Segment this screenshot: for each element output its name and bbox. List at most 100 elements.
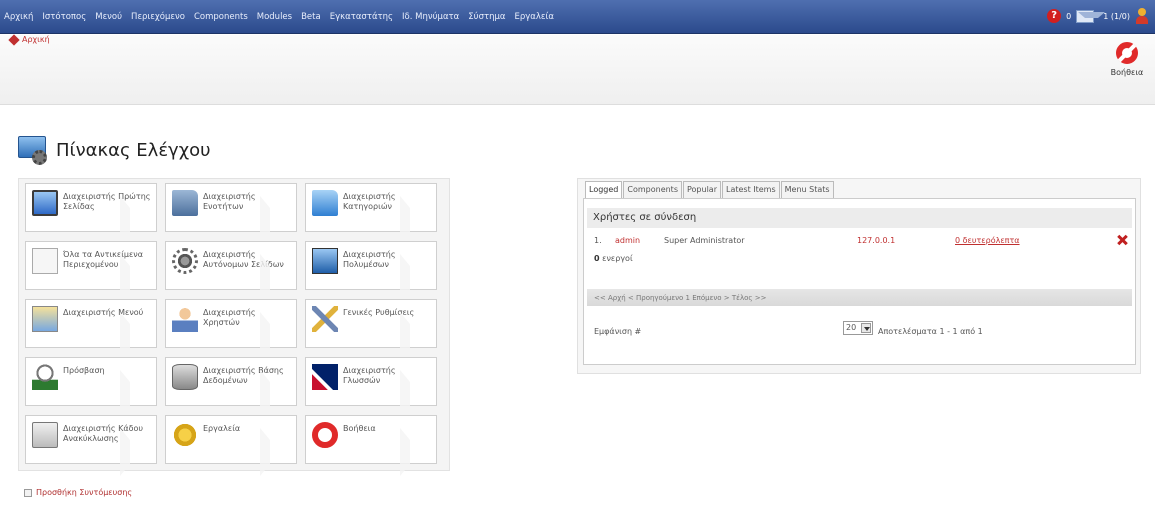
control-panel-icon — [18, 134, 50, 166]
active-count-value: 0 — [594, 254, 600, 263]
tab-popular[interactable]: Popular — [683, 181, 721, 198]
add-shortcut-link[interactable]: Προσθήκη Συντόμευσης — [24, 488, 132, 497]
menu-tools[interactable]: Εργαλεία — [514, 12, 554, 22]
page-title: Πίνακας Ελέγχου — [56, 139, 211, 161]
tile-label: Διαχειριστής Κάδου Ανακύκλωσης — [63, 424, 144, 443]
tile-label: Διαχειριστής Ενοτήτων — [203, 192, 256, 211]
tile-label: Διαχειριστής Γλωσσών — [343, 366, 396, 385]
menu-site[interactable]: Ιστότοπος — [42, 12, 86, 22]
tile-tools[interactable]: Εργαλεία — [165, 415, 297, 476]
top-menu: Αρχική Ιστότοπος Μενού Περιεχόμενο Compo… — [4, 12, 554, 22]
tile-language-manager[interactable]: Διαχειριστής Γλωσσών — [305, 357, 437, 418]
row-number: 1. — [594, 236, 602, 245]
gear-icon — [172, 248, 198, 274]
active-count-label: ενεργοί — [602, 254, 633, 263]
menu-components[interactable]: Components — [194, 12, 248, 22]
results-counter: Αποτελέσματα 1 - 1 από 1 — [878, 327, 983, 336]
wrench-icon — [172, 422, 198, 448]
row-last-activity[interactable]: 0 δευτερόλεπτα — [955, 236, 1020, 245]
quick-icons-panel: Διαχειριστής Πρώτης Σελίδας Διαχειριστής… — [18, 178, 450, 476]
tile-menu-manager[interactable]: Διαχειριστής Μενού — [25, 299, 157, 360]
folder-icon — [172, 190, 198, 216]
tile-trash-manager[interactable]: Διαχειριστής Κάδου Ανακύκλωσης — [25, 415, 157, 476]
tile-label: Διαχειριστής Μενού — [63, 308, 144, 317]
lifebuoy-icon — [1116, 42, 1138, 64]
page-header: Πίνακας Ελέγχου — [18, 134, 211, 166]
chevron-down-icon — [861, 323, 871, 333]
toolbar — [0, 35, 1155, 105]
menu-modules[interactable]: Modules — [257, 12, 292, 22]
menu-beta[interactable]: Beta — [301, 12, 321, 22]
tile-label: Διαχειριστής Κατηγοριών — [343, 192, 396, 211]
tile-static-pages-manager[interactable]: Διαχειριστής Αυτόνομων Σελίδων — [165, 241, 297, 302]
trash-icon — [32, 422, 58, 448]
row-username[interactable]: admin — [615, 236, 640, 245]
tab-components[interactable]: Components — [623, 181, 682, 198]
help-question-icon[interactable]: ? — [1047, 9, 1062, 23]
pagination-links[interactable]: << Αρχή < Προηγούμενο 1 Επόμενο > Τέλος … — [594, 294, 766, 302]
row-ip-address[interactable]: 127.0.0.1 — [857, 236, 895, 245]
page-size-value: 20 — [846, 323, 857, 332]
tile-category-manager[interactable]: Διαχειριστής Κατηγοριών — [305, 183, 437, 244]
tab-logged[interactable]: Logged — [585, 181, 623, 198]
menu-content[interactable]: Περιεχόμενο — [131, 12, 185, 22]
tile-label: Διαχειριστής Πρώτης Σελίδας — [63, 192, 151, 211]
menu-icon — [32, 306, 58, 332]
users-online-count: 1 (1/0) — [1103, 11, 1130, 21]
tile-database-manager[interactable]: Διαχειριστής Βάσης Δεδομένων — [165, 357, 297, 418]
tile-section-manager[interactable]: Διαχειριστής Ενοτήτων — [165, 183, 297, 244]
menu-system[interactable]: Σύστημα — [468, 12, 505, 22]
breadcrumb-home[interactable]: Αρχική — [22, 35, 50, 44]
add-shortcut-label: Προσθήκη Συντόμευσης — [36, 488, 133, 497]
tile-help[interactable]: Βοήθεια — [305, 415, 437, 476]
tab-latest-items[interactable]: Latest Items — [722, 181, 780, 198]
menu-home[interactable]: Αρχική — [4, 12, 33, 22]
help-button-label: Βοήθεια — [1110, 68, 1144, 77]
tile-global-configuration[interactable]: Γενικές Ρυθμίσεις — [305, 299, 437, 360]
mail-icon[interactable] — [1076, 9, 1106, 23]
delete-session-icon[interactable] — [1117, 234, 1127, 246]
home-icon — [8, 33, 20, 46]
database-icon — [172, 364, 198, 390]
display-count-label: Εμφάνιση # — [594, 327, 642, 336]
top-menu-bar: Αρχική Ιστότοπος Μενού Περιεχόμενο Compo… — [0, 0, 1155, 34]
logged-users-title: Χρήστες σε σύνδεση — [593, 212, 697, 223]
shortcut-icon — [24, 488, 32, 497]
top-right-status: ? 0 1 (1/0) — [1047, 8, 1149, 24]
tile-label: Γενικές Ρυθμίσεις — [343, 308, 415, 317]
menu-installer[interactable]: Εγκαταστάτης — [330, 12, 393, 22]
tile-label: Διαχειριστής Αυτόνομων Σελίδων — [203, 250, 284, 269]
tab-menu-stats[interactable]: Menu Stats — [780, 181, 834, 198]
access-icon — [32, 364, 58, 390]
user-icon — [172, 306, 198, 332]
tile-label: Πρόσβαση — [63, 366, 105, 375]
document-icon — [32, 248, 58, 274]
flag-icon — [312, 364, 338, 390]
tile-label: Διαχειριστής Βάσης Δεδομένων — [203, 366, 284, 385]
active-users-count: 0 ενεργοί — [594, 254, 633, 263]
messages-count: 0 — [1066, 11, 1072, 21]
help-button[interactable]: Βοήθεια — [1107, 42, 1147, 92]
tile-access[interactable]: Πρόσβαση — [25, 357, 157, 418]
tile-media-manager[interactable]: Διαχειριστής Πολυμέσων — [305, 241, 437, 302]
breadcrumb: Αρχική — [8, 33, 50, 46]
monitor-icon — [32, 190, 58, 216]
users-icon[interactable] — [1135, 8, 1149, 24]
lifebuoy-icon — [312, 422, 338, 448]
tile-user-manager[interactable]: Διαχειριστής Χρηστών — [165, 299, 297, 360]
folder-open-icon — [312, 190, 338, 216]
media-icon — [312, 248, 338, 274]
tile-label: Εργαλεία — [203, 424, 241, 433]
tile-label: Όλα τα Αντικείμενα Περιεχομένου — [63, 250, 144, 269]
tile-all-content-items[interactable]: Όλα τα Αντικείμενα Περιεχομένου — [25, 241, 157, 302]
tile-label: Διαχειριστής Πολυμέσων — [343, 250, 396, 269]
tile-frontpage-manager[interactable]: Διαχειριστής Πρώτης Σελίδας — [25, 183, 157, 244]
menu-menus[interactable]: Μενού — [95, 12, 122, 22]
tools-icon — [312, 306, 338, 332]
tile-label: Διαχειριστής Χρηστών — [203, 308, 256, 327]
menu-private-messages[interactable]: Ιδ. Μηνύματα — [402, 12, 459, 22]
row-usergroup: Super Administrator — [664, 236, 745, 245]
stats-tabs: Logged Components Popular Latest Items M… — [585, 181, 834, 198]
page-size-select[interactable]: 20 — [843, 321, 873, 335]
tile-label: Βοήθεια — [343, 424, 376, 433]
